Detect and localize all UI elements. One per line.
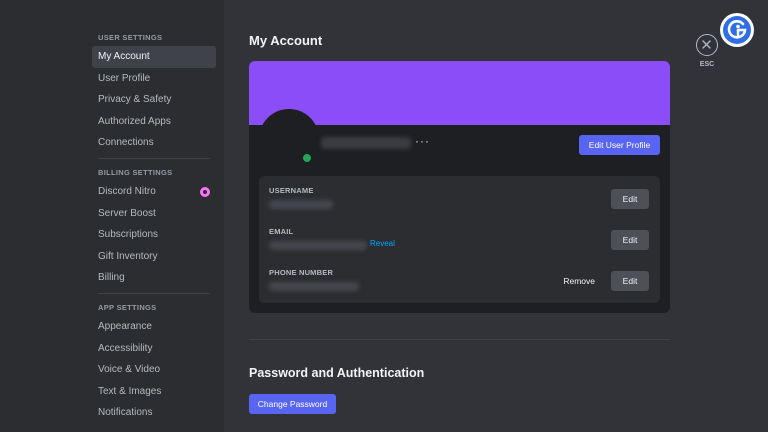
sidebar-item-accessibility[interactable]: Accessibility	[92, 338, 216, 360]
sidebar-item-authorized-apps[interactable]: Authorized Apps	[92, 111, 216, 133]
logo-icon	[720, 13, 754, 47]
sidebar-item-notifications[interactable]: Notifications	[92, 402, 216, 424]
change-password-button[interactable]: Change Password	[249, 394, 336, 414]
email-value-blurred	[269, 241, 367, 250]
close-icon	[702, 40, 711, 49]
sidebar-item-label: Discord Nitro	[98, 185, 156, 197]
logo-glyph	[727, 20, 747, 39]
password-section-title: Password and Authentication	[249, 366, 425, 380]
phone-number-field: PHONE NUMBER Remove Edit	[269, 268, 649, 304]
sidebar-divider	[98, 292, 210, 294]
email-label: EMAIL	[269, 227, 294, 236]
nitro-icon	[200, 186, 210, 197]
display-name-blurred	[321, 137, 411, 149]
section-header-billing-settings: BILLING SETTINGS	[98, 167, 173, 177]
section-header-app-settings: APP SETTINGS	[98, 302, 157, 312]
sidebar-item-billing[interactable]: Billing	[92, 267, 216, 289]
edit-phone-button[interactable]: Edit	[611, 271, 649, 291]
esc-label: ESC	[699, 61, 715, 68]
online-status-indicator	[301, 152, 313, 164]
page-title: My Account	[249, 33, 323, 48]
edit-user-profile-button[interactable]: Edit User Profile	[579, 135, 660, 155]
sidebar-item-voice-video[interactable]: Voice & Video	[92, 359, 216, 381]
username-field: USERNAME Edit	[269, 186, 649, 222]
sidebar-item-server-boost[interactable]: Server Boost	[92, 203, 216, 225]
edit-username-button[interactable]: Edit	[611, 189, 649, 209]
reveal-email-link[interactable]: Reveal	[370, 239, 395, 248]
edit-email-button[interactable]: Edit	[611, 230, 649, 250]
username-label: USERNAME	[269, 186, 314, 195]
sidebar-item-gift-inventory[interactable]: Gift Inventory	[92, 246, 216, 268]
sidebar-item-text-images[interactable]: Text & Images	[92, 381, 216, 403]
sidebar-item-appearance[interactable]: Appearance	[92, 316, 216, 338]
profile-banner	[249, 61, 670, 125]
section-header-user-settings: USER SETTINGS	[98, 33, 163, 42]
remove-phone-button[interactable]: Remove	[563, 271, 595, 291]
profile-card: ··· Edit User Profile USERNAME Edit EMAI…	[249, 61, 670, 313]
sidebar-divider	[98, 157, 210, 159]
sidebar-item-my-account[interactable]: My Account	[92, 46, 216, 68]
more-options-icon[interactable]: ···	[415, 134, 430, 148]
section-divider	[249, 339, 670, 340]
settings-sidebar: USER SETTINGS My Account User Profile Pr…	[0, 0, 224, 432]
logo-inner	[723, 16, 751, 44]
sidebar-item-subscriptions[interactable]: Subscriptions	[92, 224, 216, 246]
sidebar-item-privacy-safety[interactable]: Privacy & Safety	[92, 89, 216, 111]
username-value-blurred	[269, 200, 333, 209]
email-field: EMAIL Reveal Edit	[269, 227, 649, 263]
sidebar-item-connections[interactable]: Connections	[92, 132, 216, 154]
sidebar-nav: USER SETTINGS My Account User Profile Pr…	[92, 30, 216, 424]
sidebar-item-discord-nitro[interactable]: Discord Nitro	[92, 181, 216, 203]
close-button[interactable]	[696, 34, 718, 56]
account-info-box: USERNAME Edit EMAIL Reveal Edit PHONE NU…	[259, 176, 660, 303]
phone-value-blurred	[269, 282, 359, 291]
sidebar-item-user-profile[interactable]: User Profile	[92, 68, 216, 90]
